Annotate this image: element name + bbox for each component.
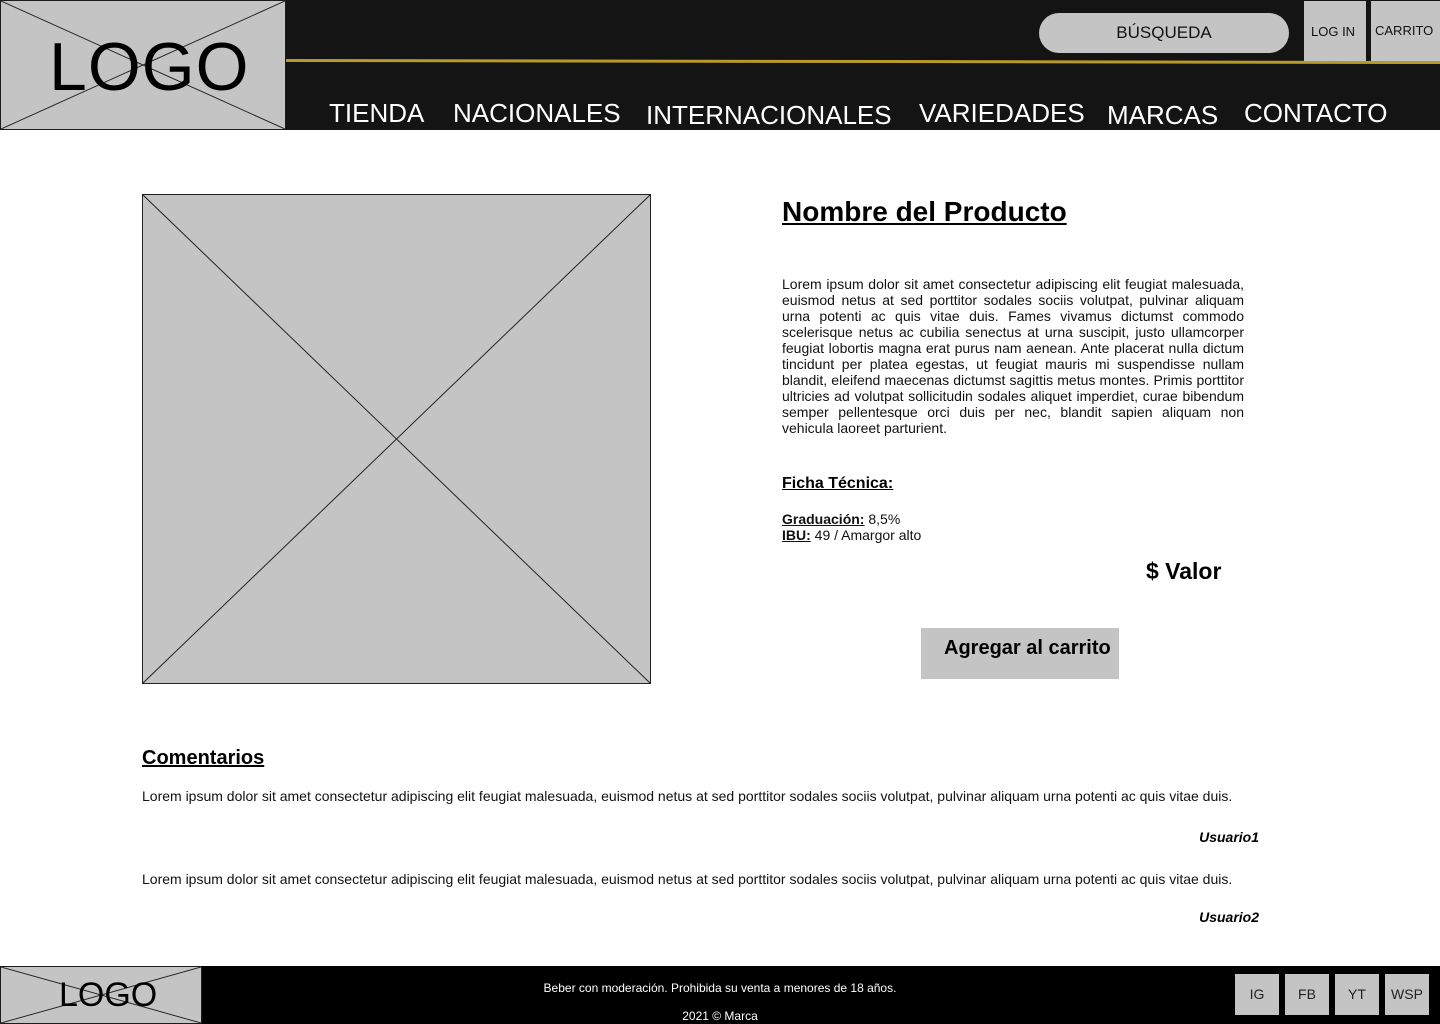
youtube-button[interactable]: YT — [1335, 974, 1379, 1015]
nav-item-marcas[interactable]: MARCAS — [1107, 100, 1218, 130]
cart-button[interactable]: CARRITO — [1371, 1, 1440, 61]
spec-row-graduacion: Graduación: 8,5% — [782, 511, 900, 527]
comment-text: Lorem ipsum dolor sit amet consectetur a… — [142, 788, 1233, 804]
image-placeholder-icon — [142, 194, 651, 684]
spec-row-ibu: IBU: 49 / Amargor alto — [782, 527, 921, 543]
instagram-button[interactable]: IG — [1235, 974, 1279, 1015]
product-image — [142, 194, 651, 684]
comment-text: Lorem ipsum dolor sit amet consectetur a… — [142, 871, 1233, 887]
nav-item-nacionales[interactable]: NACIONALES — [453, 98, 621, 128]
product-name: Nombre del Producto — [782, 196, 1067, 227]
product-price: $ Valor — [1146, 558, 1222, 584]
comments-title: Comentarios — [142, 747, 265, 769]
spec-title: Ficha Técnica: — [782, 475, 894, 492]
nav-item-internacionales[interactable]: INTERNACIONALES — [646, 100, 892, 130]
add-to-cart-button[interactable]: Agregar al carrito — [921, 628, 1119, 679]
facebook-button[interactable]: FB — [1285, 974, 1329, 1015]
spec-label: Graduación: — [782, 511, 865, 527]
nav-item-variedades[interactable]: VARIEDADES — [919, 98, 1085, 128]
logo-text: LOGO — [49, 29, 250, 105]
footer-disclaimer: Beber con moderación. Prohibida su venta… — [543, 981, 897, 995]
header-logo[interactable]: LOGO — [0, 0, 286, 130]
spec-label: IBU: — [782, 527, 811, 543]
product-description: Lorem ipsum dolor sit amet consectetur a… — [782, 276, 1244, 436]
login-button[interactable]: LOG IN — [1304, 1, 1366, 61]
spec-value: 8,5% — [868, 511, 901, 527]
spec-value: 49 / Amargor alto — [814, 527, 922, 543]
search-input[interactable]: BÚSQUEDA — [1039, 13, 1289, 53]
footer-copyright: 2021 © Marca — [682, 1009, 758, 1023]
comment-user: Usuario1 — [1199, 829, 1259, 845]
whatsapp-button[interactable]: WSP — [1385, 974, 1429, 1015]
nav-item-contacto[interactable]: CONTACTO — [1244, 98, 1387, 128]
comment-user: Usuario2 — [1199, 909, 1259, 925]
nav-item-tienda[interactable]: TIENDA — [329, 98, 424, 128]
